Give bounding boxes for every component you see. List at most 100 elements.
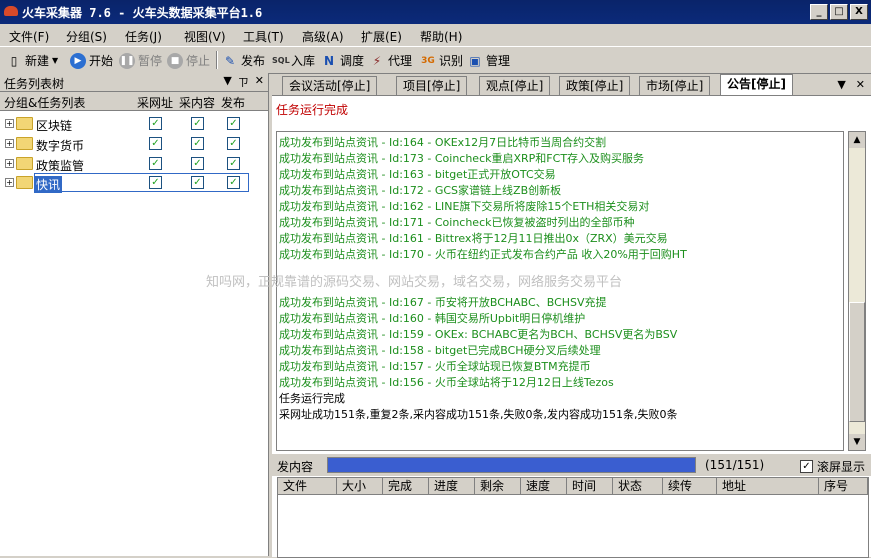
log-scrollbar[interactable]: ▲ ▼ xyxy=(848,131,866,451)
publish-checkbox[interactable]: ✓ xyxy=(227,176,240,189)
content-checkbox[interactable]: ✓ xyxy=(191,117,204,130)
log-line: 成功发布到站点资讯 - Id:158 - bitget已完成BCH硬分叉后续处理 xyxy=(279,344,601,357)
dropdown-arrow-icon[interactable]: ▼ xyxy=(52,56,58,65)
menu-view[interactable]: 视图(V) xyxy=(184,28,226,45)
title-bar: 火车采集器 7.6 - 火车头数据采集平台1.6 _ □ X xyxy=(0,0,871,24)
col-group-header[interactable]: 分组&任务列表 xyxy=(4,94,85,111)
expand-icon[interactable]: + xyxy=(5,139,14,148)
col-time[interactable]: 时间 xyxy=(567,478,613,495)
debug-button[interactable]: N 调度 xyxy=(321,52,364,69)
tree-row[interactable]: + 数字货币 ✓ ✓ ✓ xyxy=(0,134,268,153)
content-checkbox[interactable]: ✓ xyxy=(191,137,204,150)
menu-tools[interactable]: 工具(T) xyxy=(243,28,284,45)
col-file[interactable]: 文件 xyxy=(278,478,337,495)
col-publish-header[interactable]: 发布 xyxy=(221,94,245,111)
tree-row-selected[interactable]: + 快讯 ✓ ✓ ✓ xyxy=(0,173,268,193)
download-grid[interactable]: 文件 大小 完成 进度 剩余 速度 时间 状态 续传 地址 序号 xyxy=(277,477,869,558)
publish-checkbox[interactable]: ✓ xyxy=(227,137,240,150)
col-done[interactable]: 完成 xyxy=(383,478,429,495)
pause-button[interactable]: ❚❚ 暂停 xyxy=(119,52,162,69)
autoscroll-checkbox[interactable]: ✓ xyxy=(800,460,813,473)
menu-file[interactable]: 文件(F) xyxy=(9,28,49,45)
log-line: 成功发布到站点资讯 - Id:170 - 火币在纽约正式发布合约产品 收入20%… xyxy=(279,248,687,261)
scroll-thumb[interactable] xyxy=(849,302,865,422)
proxy-button[interactable]: ⚡ 代理 xyxy=(369,52,412,69)
folder-icon xyxy=(16,137,33,150)
tab-menu-icon[interactable]: ▼ xyxy=(837,78,845,91)
col-remaining[interactable]: 剩余 xyxy=(475,478,521,495)
col-status[interactable]: 状态 xyxy=(613,478,663,495)
tab-market[interactable]: 市场[停止] xyxy=(639,76,711,95)
tab-policy[interactable]: 政策[停止] xyxy=(559,76,631,95)
expand-icon[interactable]: + xyxy=(5,178,14,187)
autoscroll-toggle[interactable]: ✓ 滚屏显示 xyxy=(800,458,865,475)
log-line: 成功发布到站点资讯 - Id:164 - OKEx12月7日比特币当周合约交割 xyxy=(279,136,607,149)
tab-events[interactable]: 会议活动[停止] xyxy=(282,76,378,95)
sql-icon: SQL xyxy=(272,55,290,65)
new-button[interactable]: ▯ 新建 ▼ xyxy=(6,52,58,69)
col-resume[interactable]: 续传 xyxy=(663,478,717,495)
stop-button[interactable]: ■ 停止 xyxy=(167,52,210,69)
publish-icon: ✎ xyxy=(224,53,236,68)
progress-label: 发内容 xyxy=(277,460,314,474)
tab-announcements[interactable]: 公告[停止] xyxy=(720,74,793,96)
toolbar: ▯ 新建 ▼ ▶ 开始 ❚❚ 暂停 ■ 停止 ✎ 发布 SQL 入库 N 调度 … xyxy=(0,46,871,74)
col-index[interactable]: 序号 xyxy=(819,478,868,495)
content-checkbox[interactable]: ✓ xyxy=(191,157,204,170)
minimize-button[interactable]: _ xyxy=(810,4,828,20)
col-address[interactable]: 地址 xyxy=(717,478,819,495)
col-progress[interactable]: 进度 xyxy=(429,478,475,495)
manage-button[interactable]: ▣ 管理 xyxy=(467,52,510,69)
tab-opinions[interactable]: 观点[停止] xyxy=(479,76,551,95)
menu-group[interactable]: 分组(S) xyxy=(66,28,107,45)
log-box[interactable]: 成功发布到站点资讯 - Id:164 - OKEx12月7日比特币当周合约交割 … xyxy=(276,131,844,451)
log-line: 成功发布到站点资讯 - Id:160 - 韩国交易所Upbit明日停机维护 xyxy=(279,312,586,325)
menu-help[interactable]: 帮助(H) xyxy=(420,28,462,45)
menu-task[interactable]: 任务(J) xyxy=(125,28,162,45)
tab-projects[interactable]: 项目[停止] xyxy=(396,76,468,95)
menu-bar: 文件(F) 分组(S) 任务(J) 视图(V) 工具(T) 高级(A) 扩展(E… xyxy=(0,24,871,46)
import-button[interactable]: SQL 入库 xyxy=(272,52,315,69)
url-checkbox[interactable]: ✓ xyxy=(149,137,162,150)
col-content-header[interactable]: 采内容 xyxy=(179,94,215,111)
expand-icon[interactable]: + xyxy=(5,119,14,128)
folder-icon xyxy=(16,176,33,189)
play-icon: ▶ xyxy=(70,52,86,69)
col-size[interactable]: 大小 xyxy=(337,478,383,495)
tab-strip: 会议活动[停止] 项目[停止] 观点[停止] 政策[停止] 市场[停止] 公告[… xyxy=(272,74,871,96)
log-line: 成功发布到站点资讯 - Id:161 - Bittrex将于12月11日推出0x… xyxy=(279,232,668,245)
publish-button[interactable]: ✎ 发布 xyxy=(222,52,265,69)
content-checkbox[interactable]: ✓ xyxy=(191,176,204,189)
scroll-down-icon[interactable]: ▼ xyxy=(849,434,865,450)
close-icon[interactable]: ✕ xyxy=(255,74,264,90)
tab-close-icon[interactable]: ✕ xyxy=(856,78,865,91)
log-summary: 采网址成功151条,重复2条,采内容成功151条,失败0条,发内容成功151条,… xyxy=(279,408,678,421)
col-url-header[interactable]: 采网址 xyxy=(137,94,173,111)
url-checkbox[interactable]: ✓ xyxy=(149,117,162,130)
col-speed[interactable]: 速度 xyxy=(521,478,567,495)
expand-icon[interactable]: + xyxy=(5,159,14,168)
regex-icon: N xyxy=(323,53,335,68)
menu-advanced[interactable]: 高级(A) xyxy=(302,28,344,45)
start-button[interactable]: ▶ 开始 xyxy=(70,52,113,69)
tree-row[interactable]: + 政策监管 ✓ ✓ ✓ xyxy=(0,154,268,173)
log-line: 任务运行完成 xyxy=(279,392,345,405)
pin-icon[interactable]: ㄗ xyxy=(238,74,249,90)
menu-extensions[interactable]: 扩展(E) xyxy=(361,28,402,45)
url-checkbox[interactable]: ✓ xyxy=(149,176,162,189)
captcha-icon: 3G xyxy=(421,55,435,66)
publish-checkbox[interactable]: ✓ xyxy=(227,117,240,130)
progress-count: (151/151) xyxy=(705,458,765,472)
scroll-up-icon[interactable]: ▲ xyxy=(849,132,865,148)
log-line: 成功发布到站点资讯 - Id:172 - GCS家谱链上线ZB创新板 xyxy=(279,184,562,197)
maximize-button[interactable]: □ xyxy=(830,4,848,20)
recognize-button[interactable]: 3G 识别 xyxy=(420,52,463,69)
url-checkbox[interactable]: ✓ xyxy=(149,157,162,170)
log-line: 成功发布到站点资讯 - Id:173 - Coincheck重启XRP和FCT存… xyxy=(279,152,645,165)
publish-checkbox[interactable]: ✓ xyxy=(227,157,240,170)
tree-row[interactable]: + 区块链 ✓ ✓ ✓ xyxy=(0,114,268,133)
panel-menu-icon[interactable]: ▼ xyxy=(223,74,231,90)
task-status: 任务运行完成 xyxy=(276,103,349,117)
task-tree-panel: 任务列表树 ▼ ㄗ ✕ 分组&任务列表 采网址 采内容 发布 + 区块链 ✓ ✓… xyxy=(0,73,269,556)
close-button[interactable]: X xyxy=(850,4,868,20)
